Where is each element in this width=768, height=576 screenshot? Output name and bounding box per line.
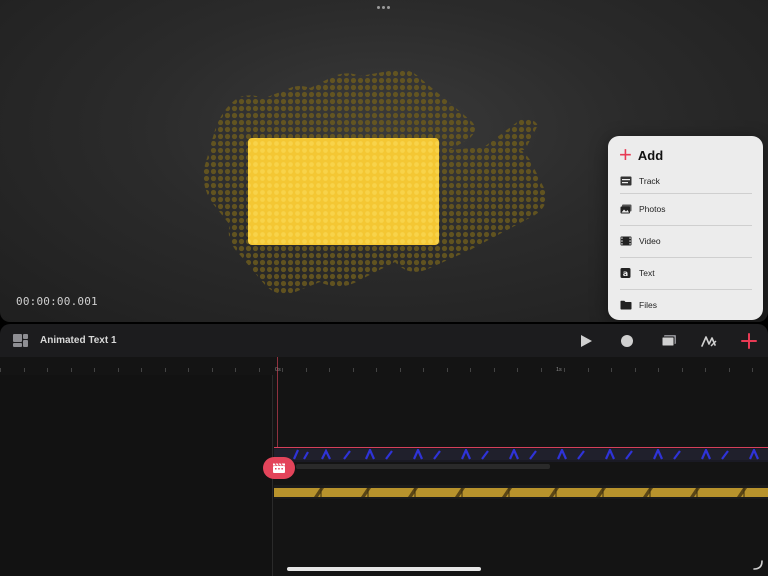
ruler-tick bbox=[305, 368, 307, 372]
menu-item-photos[interactable]: Photos bbox=[608, 193, 763, 225]
home-indicator[interactable] bbox=[287, 567, 481, 571]
ruler-tick bbox=[258, 368, 260, 372]
ruler-tick bbox=[705, 368, 706, 372]
track-headers-panel bbox=[0, 375, 272, 576]
ruler-tick bbox=[47, 368, 48, 372]
ruler-tick bbox=[164, 368, 166, 372]
ruler-tick bbox=[423, 368, 424, 372]
ruler-tick bbox=[658, 368, 659, 372]
text-track[interactable] bbox=[274, 447, 768, 462]
menu-item-files[interactable]: Files bbox=[608, 289, 763, 320]
track-area[interactable] bbox=[272, 375, 768, 576]
video-track[interactable] bbox=[274, 485, 768, 499]
ruler-tick bbox=[211, 368, 213, 372]
ruler-tick bbox=[94, 368, 95, 372]
track-icon bbox=[620, 176, 632, 186]
svg-text:a: a bbox=[623, 269, 628, 278]
menu-item-video[interactable]: Video bbox=[608, 225, 763, 257]
play-icon bbox=[581, 335, 592, 347]
ruler-tick bbox=[752, 368, 753, 372]
clapperboard-icon bbox=[273, 463, 285, 473]
play-button[interactable] bbox=[577, 332, 595, 350]
yellow-text-box bbox=[248, 138, 439, 245]
plus-icon: + bbox=[619, 142, 632, 167]
layers-button[interactable] bbox=[660, 332, 678, 350]
ruler-tick bbox=[446, 368, 448, 372]
ruler-tick bbox=[235, 368, 236, 372]
timecode-display: 00:00:00.001 bbox=[16, 295, 98, 308]
ruler-tick bbox=[634, 368, 636, 372]
project-title[interactable]: Animated Text 1 bbox=[40, 335, 117, 346]
record-icon bbox=[621, 335, 633, 347]
resize-corner-icon[interactable] bbox=[753, 560, 763, 570]
ruler-tick bbox=[728, 368, 730, 372]
text-icon: a bbox=[620, 268, 631, 278]
ruler-tick bbox=[70, 368, 72, 372]
clip-marker-button[interactable] bbox=[263, 457, 295, 479]
ruler-tick bbox=[399, 368, 401, 372]
layout-toggle-icon[interactable] bbox=[13, 334, 28, 347]
folder-icon bbox=[620, 300, 632, 310]
ruler-tick bbox=[540, 368, 542, 372]
add-button[interactable] bbox=[740, 332, 758, 350]
add-menu: + Add Track Photos Video a Text Files bbox=[608, 136, 763, 320]
draw-icon bbox=[701, 336, 717, 347]
ruler-tick bbox=[681, 368, 683, 372]
add-menu-title: + Add bbox=[619, 142, 664, 167]
ruler-tick bbox=[611, 368, 612, 372]
ruler-tick bbox=[352, 368, 354, 372]
ruler-tick bbox=[188, 368, 189, 372]
ruler-tick bbox=[517, 368, 518, 372]
layers-icon bbox=[661, 335, 676, 347]
ruler-tick bbox=[282, 368, 283, 372]
photos-icon bbox=[620, 204, 632, 214]
text-subtrack bbox=[296, 464, 550, 469]
ruler-tick bbox=[117, 368, 119, 372]
menu-item-text[interactable]: a Text bbox=[608, 257, 763, 289]
video-icon bbox=[620, 236, 632, 246]
ruler-tick bbox=[141, 368, 142, 372]
ruler-tick bbox=[564, 368, 565, 372]
editor-toolbar: Animated Text 1 bbox=[0, 324, 768, 357]
ruler-tick bbox=[23, 368, 25, 372]
ruler-tick bbox=[376, 368, 377, 372]
ruler-tick bbox=[470, 368, 471, 372]
ruler-tick bbox=[329, 368, 330, 372]
ruler-tick bbox=[0, 368, 1, 372]
ruler-label-1s: 1s bbox=[556, 367, 562, 373]
timeline-ruler[interactable]: 0s 1s bbox=[0, 357, 768, 375]
record-button[interactable] bbox=[618, 332, 636, 350]
text-animation-keyframes bbox=[274, 449, 768, 460]
video-thumbnails bbox=[274, 488, 768, 497]
ruler-tick bbox=[493, 368, 495, 372]
draw-button[interactable] bbox=[700, 332, 718, 350]
add-icon bbox=[741, 333, 757, 349]
ruler-tick bbox=[587, 368, 589, 372]
